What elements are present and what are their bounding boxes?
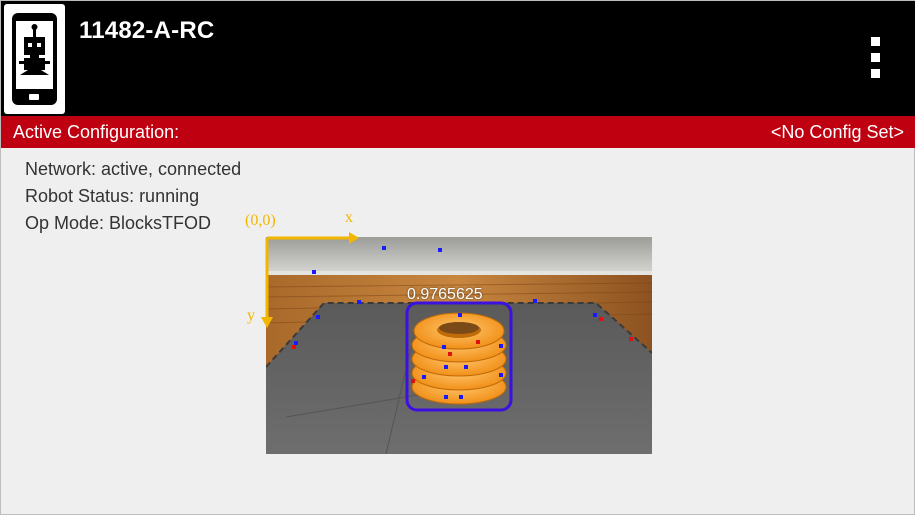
origin-label: (0,0) xyxy=(245,212,276,229)
op-mode-status: Op Mode: BlocksTFOD xyxy=(25,213,212,233)
network-status: Network: active, connected xyxy=(25,159,242,179)
y-axis-label: y xyxy=(247,307,255,324)
app-title: 11482-A-RC xyxy=(79,17,215,44)
detection-confidence: 0.9765625 xyxy=(407,286,483,303)
app-bar: 11482-A-RC xyxy=(1,1,915,116)
active-configuration-label: Active Configuration: xyxy=(13,122,180,142)
active-configuration-value: <No Config Set> xyxy=(770,122,904,142)
overflow-menu-icon[interactable] xyxy=(863,35,889,83)
camera-preview xyxy=(266,237,652,454)
robot-phone-icon xyxy=(4,4,65,114)
app-window: 11482-A-RC Active Configuration: <No Con… xyxy=(0,0,915,515)
robot-status: Robot Status: running xyxy=(25,186,200,206)
x-axis-label: x xyxy=(345,209,353,226)
active-configuration-bar: Active Configuration: <No Config Set> xyxy=(1,116,915,148)
